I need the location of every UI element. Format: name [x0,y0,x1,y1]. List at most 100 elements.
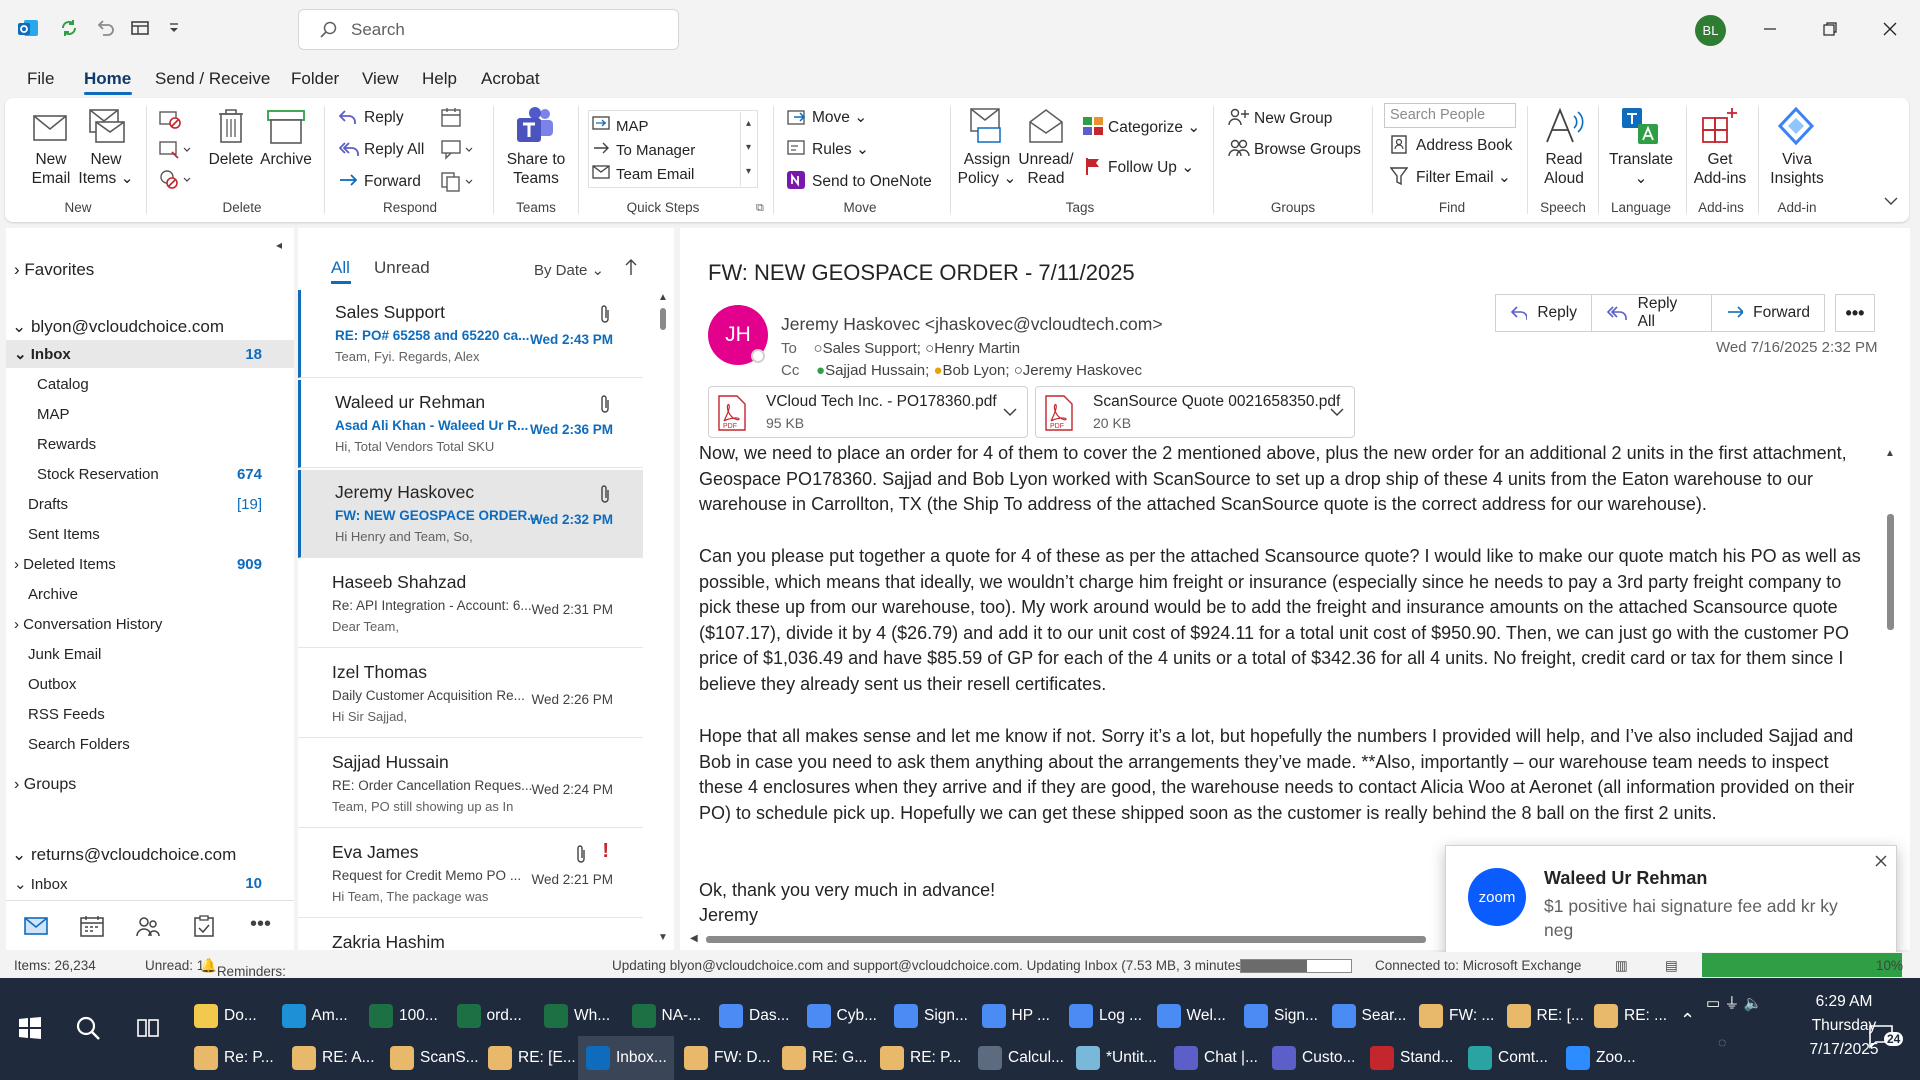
zoom-notification-toast[interactable]: zoom Waleed Ur Rehman $1 positive hai si… [1445,845,1897,965]
address-book-button[interactable]: Address Book [1416,136,1513,155]
taskbar-app-button[interactable]: Chat |... [1166,1036,1262,1080]
filter-email-button[interactable]: Filter Email ⌄ [1416,168,1511,187]
quick-step-map[interactable]: MAP [616,117,649,136]
junk-icon[interactable] [158,168,192,190]
viva-insights-button[interactable]: Viva Insights [1764,150,1830,188]
folder-sent-items[interactable]: Sent Items [28,526,100,543]
new-group-button[interactable]: New Group [1254,109,1332,128]
taskbar-app-button[interactable]: Wh... [536,994,622,1038]
message-item-selected[interactable]: Jeremy Haskovec FW: NEW GEOSPACE ORDER..… [298,470,643,558]
quick-step-to-manager[interactable]: To Manager [616,141,695,160]
follow-up-button[interactable]: Follow Up ⌄ [1108,158,1194,177]
tray-overflow-icon[interactable]: ⌃ [1680,1010,1695,1031]
network-icon[interactable]: ◌ [1718,1034,1726,1050]
message-item[interactable]: Sales Support RE: PO# 65258 and 65220 ca… [298,290,643,378]
folder-rss-feeds[interactable]: RSS Feeds [28,706,105,723]
read-aloud-button[interactable]: Read Aloud [1535,150,1593,188]
quick-step-team-email[interactable]: Team Email [616,165,694,184]
forward-button[interactable]: Forward [364,172,421,191]
notification-center-icon[interactable]: 24 [1868,1022,1904,1050]
menu-folder[interactable]: Folder [291,69,339,89]
im-reply-icon[interactable] [440,138,474,160]
get-addins-button[interactable]: Get Add-ins [1690,150,1750,188]
cc-recipient[interactable]: ●Sajjad Hussain; [816,362,929,379]
taskbar-app-button[interactable]: Stand... [1362,1036,1458,1080]
reply-button[interactable]: Reply [364,108,404,127]
taskbar-app-button[interactable]: Das... [711,994,797,1038]
taskbar-app-button[interactable]: Zoo... [1558,1036,1654,1080]
quick-steps-launcher-icon[interactable]: ⧉ [756,202,764,215]
mail-module-icon[interactable] [24,915,48,937]
attachment-card[interactable]: PDF VCloud Tech Inc. - PO178360.pdf 95 K… [708,386,1028,438]
message-item[interactable]: Sajjad Hussain RE: Order Cancellation Re… [298,740,643,828]
share-to-teams-button[interactable]: Share to Teams [500,150,572,188]
scroll-up-icon[interactable]: ▲ [1885,448,1895,459]
groups-header[interactable]: › Groups [14,776,76,794]
taskbar-app-button[interactable]: RE: [... [1499,994,1585,1038]
scroll-left-icon[interactable]: ◀ [690,933,698,944]
taskbar-app-button[interactable]: RE: G... [774,1036,870,1080]
folder-deleted-items[interactable]: › Deleted Items [14,556,116,573]
message-list-scrollbar[interactable]: ▲ ▼ [656,292,670,943]
taskbar-app-button[interactable]: Sear... [1324,994,1410,1038]
message-item[interactable]: Izel Thomas Daily Customer Acquisition R… [298,650,643,738]
folder-drafts[interactable]: Drafts [28,496,68,513]
ribbon-collapse-chevron-icon[interactable] [1884,196,1898,206]
windows-start-icon[interactable] [18,1016,42,1040]
email-from[interactable]: Jeremy Haskovec <jhaskovec@vcloudtech.co… [781,314,1163,335]
zoom-slider[interactable] [1702,953,1902,977]
minimize-button[interactable] [1755,14,1785,44]
reminders-indicator[interactable]: 🔔 Reminders: 16 [200,958,286,994]
categorize-button[interactable]: Categorize ⌄ [1108,118,1200,137]
taskbar-app-button[interactable]: HP ... [974,994,1060,1038]
taskbar-app-button[interactable]: Comt... [1460,1036,1556,1080]
cc-recipient[interactable]: ○Jeremy Haskovec [1014,362,1142,379]
tasks-module-icon[interactable] [192,915,216,937]
folder-junk-email[interactable]: Junk Email [28,646,101,663]
favorites-header[interactable]: › Favorites [14,260,94,280]
meeting-icon[interactable] [440,106,464,128]
delete-button[interactable]: Delete [206,150,256,169]
new-items-button[interactable]: New Items ⌄ [76,150,136,188]
menu-help[interactable]: Help [422,69,457,89]
taskbar-app-button[interactable]: RE: [E... [480,1036,576,1080]
message-item[interactable]: Waleed ur Rehman Asad Ali Khan - Waleed … [298,380,643,468]
inbox-folder-2[interactable]: ⌄ Inbox [14,875,67,893]
task-view-icon[interactable] [136,1016,160,1040]
new-email-button[interactable]: New Email [26,150,76,188]
scroll-up-icon[interactable]: ▲ [658,292,668,303]
taskbar-app-button[interactable]: Sign... [1236,994,1322,1038]
reading-reply-all-button[interactable]: Reply All [1591,294,1712,332]
move-button[interactable]: Move ⌄ [812,108,867,127]
reply-all-button[interactable]: Reply All [364,140,424,159]
ignore-icon[interactable] [158,108,182,130]
scrollbar-thumb[interactable] [660,308,666,330]
taskbar-app-button[interactable]: FW: ... [1411,994,1497,1038]
taskbar-app-button[interactable]: Re: P... [186,1036,282,1080]
browse-groups-button[interactable]: Browse Groups [1254,140,1361,159]
taskbar-app-button[interactable]: ScanS... [382,1036,479,1080]
tray-icons[interactable]: ▭ ⏚ 🔈 [1706,992,1762,1013]
more-modules-icon[interactable]: ••• [250,913,271,936]
people-module-icon[interactable] [136,915,160,937]
scroll-down-icon[interactable]: ▼ [658,932,668,943]
attachment-chevron-icon[interactable] [1003,407,1017,417]
reading-reply-button[interactable]: Reply [1495,294,1592,332]
customize-toolbar-icon[interactable] [162,16,186,40]
archive-button[interactable]: Archive [258,150,314,169]
taskbar-app-button[interactable]: Cyb... [799,994,885,1038]
scrollbar-thumb[interactable] [1887,514,1894,630]
collapse-pane-icon[interactable]: ◂ [276,238,282,252]
folder-map[interactable]: MAP [37,406,70,423]
cleanup-icon[interactable] [158,138,192,160]
folder-outbox[interactable]: Outbox [28,676,76,693]
menu-view[interactable]: View [362,69,399,89]
taskbar-app-button[interactable]: Sign... [886,994,972,1038]
send-to-onenote-button[interactable]: Send to OneNote [812,172,932,191]
taskbar-app-button[interactable]: RE: A... [284,1036,380,1080]
taskbar-app-button[interactable]: Do... [186,994,272,1038]
reading-forward-button[interactable]: Forward [1711,294,1825,332]
rules-button[interactable]: Rules ⌄ [812,140,869,159]
menu-home[interactable]: Home [84,69,131,89]
more-actions-button[interactable]: ••• [1835,294,1875,332]
